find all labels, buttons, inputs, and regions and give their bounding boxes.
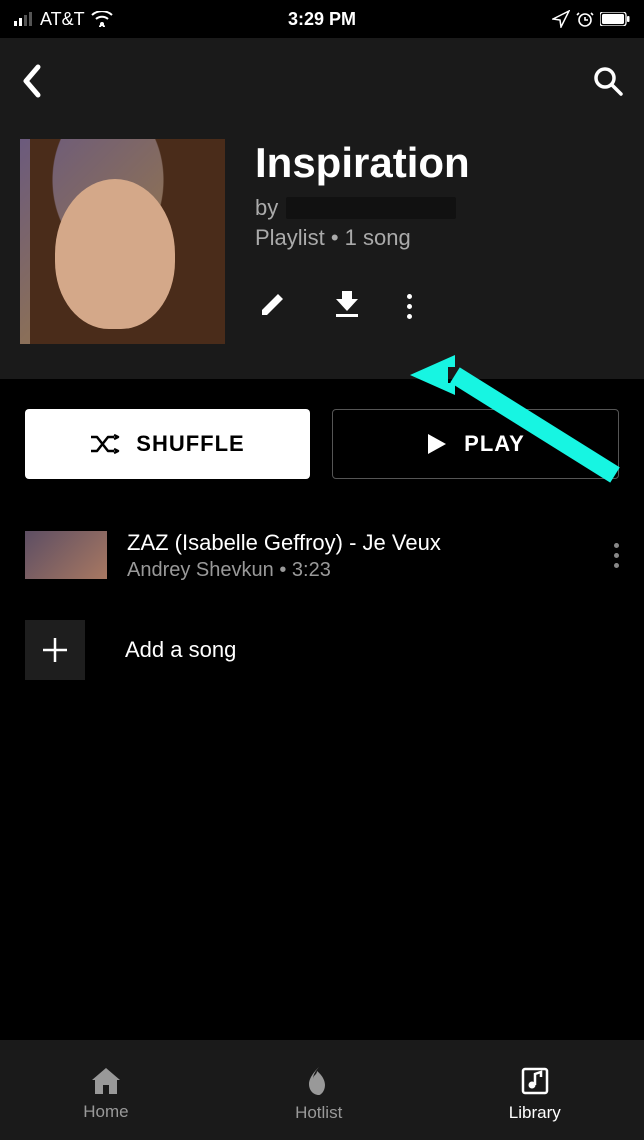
nav-home-label: Home — [83, 1102, 128, 1122]
add-song-box — [25, 620, 85, 680]
shuffle-icon — [90, 432, 120, 456]
carrier-label: AT&T — [40, 9, 85, 30]
song-duration: 3:23 — [292, 559, 331, 581]
song-title: ZAZ (Isabelle Geffroy) - Je Veux — [127, 529, 594, 557]
playlist-title: Inspiration — [255, 139, 470, 187]
song-list: ZAZ (Isabelle Geffroy) - Je Veux Andrey … — [0, 509, 644, 700]
status-left: AT&T — [14, 9, 113, 30]
pencil-icon — [259, 290, 287, 318]
playlist-cover-art[interactable] — [20, 139, 225, 344]
playlist-owner-redacted — [286, 197, 456, 219]
song-text: ZAZ (Isabelle Geffroy) - Je Veux Andrey … — [127, 529, 594, 582]
song-thumbnail — [25, 531, 107, 579]
wifi-icon — [91, 11, 113, 27]
shuffle-label: SHUFFLE — [136, 431, 244, 457]
button-row: SHUFFLE PLAY — [0, 379, 644, 509]
status-time: 3:29 PM — [288, 9, 356, 30]
shuffle-button[interactable]: SHUFFLE — [25, 409, 310, 479]
status-bar: AT&T 3:29 PM — [0, 0, 644, 38]
status-right — [552, 10, 630, 28]
play-button[interactable]: PLAY — [332, 409, 619, 479]
song-more-button[interactable] — [614, 543, 619, 568]
download-button[interactable] — [332, 289, 362, 324]
battery-icon — [600, 12, 630, 26]
nav-home[interactable]: Home — [83, 1066, 128, 1122]
more-vertical-icon — [614, 543, 619, 568]
playlist-hero: Inspiration by Playlist • 1 song — [20, 139, 624, 344]
app-bar — [20, 63, 624, 99]
playlist-type-label: Playlist — [255, 225, 325, 250]
bottom-nav: Home Hotlist Library — [0, 1040, 644, 1140]
signal-icon — [14, 12, 34, 26]
song-subtitle: Andrey Shevkun • 3:23 — [127, 559, 594, 582]
library-icon — [519, 1065, 551, 1097]
playlist-header-section: Inspiration by Playlist • 1 song — [0, 38, 644, 379]
chevron-left-icon — [20, 63, 44, 99]
back-button[interactable] — [20, 63, 44, 99]
nav-library-label: Library — [509, 1103, 561, 1123]
playlist-byline: by — [255, 195, 470, 221]
search-button[interactable] — [592, 65, 624, 97]
play-label: PLAY — [464, 431, 525, 457]
more-vertical-icon — [407, 294, 412, 319]
location-icon — [552, 10, 570, 28]
plus-icon — [39, 634, 71, 666]
song-artist: Andrey Shevkun — [127, 559, 274, 581]
alarm-icon — [576, 10, 594, 28]
add-song-label: Add a song — [125, 637, 236, 663]
more-button[interactable] — [407, 294, 412, 319]
download-icon — [332, 289, 362, 319]
edit-button[interactable] — [259, 290, 287, 323]
song-row[interactable]: ZAZ (Isabelle Geffroy) - Je Veux Andrey … — [25, 519, 619, 592]
search-icon — [592, 65, 624, 97]
playlist-subline: Playlist • 1 song — [255, 225, 470, 251]
nav-library[interactable]: Library — [509, 1065, 561, 1123]
home-icon — [89, 1066, 123, 1096]
playlist-song-count: 1 song — [345, 225, 411, 250]
by-label: by — [255, 195, 278, 221]
playlist-meta: Inspiration by Playlist • 1 song — [255, 139, 470, 344]
play-icon — [426, 432, 448, 456]
add-song-row[interactable]: Add a song — [25, 592, 619, 690]
flame-icon — [305, 1065, 333, 1097]
playlist-actions — [255, 289, 470, 324]
nav-hotlist-label: Hotlist — [295, 1103, 342, 1123]
nav-hotlist[interactable]: Hotlist — [295, 1065, 342, 1123]
